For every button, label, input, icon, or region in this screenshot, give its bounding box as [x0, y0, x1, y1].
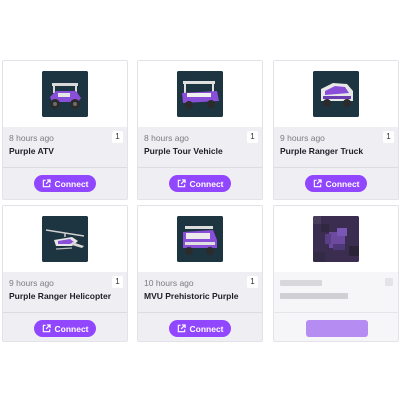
card-image-area: [138, 206, 262, 272]
card-divider: [3, 312, 127, 313]
card-title: Purple Ranger Truck: [280, 146, 364, 156]
external-link-icon: [42, 179, 51, 188]
drop-card: 10 hours ago 1 MVU Prehistoric Purple Co…: [137, 205, 263, 342]
connect-button-label: Connect: [189, 178, 224, 189]
card-image-area: [274, 61, 398, 127]
blurred-timestamp: [280, 280, 322, 286]
blurred-card-image-area: [274, 206, 398, 272]
blurred-connect-button: [306, 320, 368, 337]
card-divider: [138, 167, 262, 168]
card-title: MVU Prehistoric Purple: [144, 291, 239, 301]
blurred-image-icon: [313, 216, 359, 262]
blurred-drop-card: [273, 205, 399, 342]
card-timestamp: 8 hours ago: [9, 133, 54, 143]
card-divider: [138, 312, 262, 313]
blurred-title: [280, 293, 348, 299]
card-count-badge: 1: [112, 131, 123, 143]
card-timestamp: 8 hours ago: [144, 133, 189, 143]
card-divider: [274, 167, 398, 168]
card-title: Purple Tour Vehicle: [144, 146, 223, 156]
atv-vehicle-icon: [42, 71, 88, 117]
card-title: Purple Ranger Helicopter: [9, 291, 112, 301]
connect-button[interactable]: Connect: [305, 175, 367, 192]
card-timestamp: 9 hours ago: [280, 133, 325, 143]
external-link-icon: [313, 179, 322, 188]
drop-card: 9 hours ago 1 Purple Ranger Truck Connec…: [273, 60, 399, 200]
connect-button[interactable]: Connect: [34, 320, 96, 337]
mvu-vehicle-icon: [177, 216, 223, 262]
connect-button-label: Connect: [54, 323, 89, 334]
external-link-icon: [177, 179, 186, 188]
card-timestamp: 10 hours ago: [144, 278, 194, 288]
card-divider: [3, 167, 127, 168]
card-image-area: [3, 61, 127, 127]
card-timestamp: 9 hours ago: [9, 278, 54, 288]
card-title: Purple ATV: [9, 146, 54, 156]
connect-button[interactable]: Connect: [34, 175, 96, 192]
connect-button-label: Connect: [189, 323, 224, 334]
card-image-area: [138, 61, 262, 127]
ranger-truck-icon: [313, 71, 359, 117]
drop-card: 8 hours ago 1 Purple Tour Vehicle Connec…: [137, 60, 263, 200]
drops-grid: 8 hours ago 1 Purple ATV Connect 8 hours…: [0, 0, 400, 400]
card-count-badge: 1: [383, 131, 394, 143]
external-link-icon: [177, 324, 186, 333]
drop-card: 8 hours ago 1 Purple ATV Connect: [2, 60, 128, 200]
blurred-divider: [274, 312, 398, 313]
connect-button[interactable]: Connect: [169, 175, 231, 192]
card-count-badge: 1: [247, 131, 258, 143]
blurred-count-badge: [385, 278, 393, 286]
card-image-area: [3, 206, 127, 272]
connect-button-label: Connect: [54, 178, 89, 189]
helicopter-icon: [42, 216, 88, 262]
card-count-badge: 1: [247, 276, 258, 288]
card-count-badge: 1: [112, 276, 123, 288]
external-link-icon: [42, 324, 51, 333]
drop-card: 9 hours ago 1 Purple Ranger Helicopter C…: [2, 205, 128, 342]
connect-button[interactable]: Connect: [169, 320, 231, 337]
connect-button-label: Connect: [325, 178, 360, 189]
tour-vehicle-icon: [177, 71, 223, 117]
